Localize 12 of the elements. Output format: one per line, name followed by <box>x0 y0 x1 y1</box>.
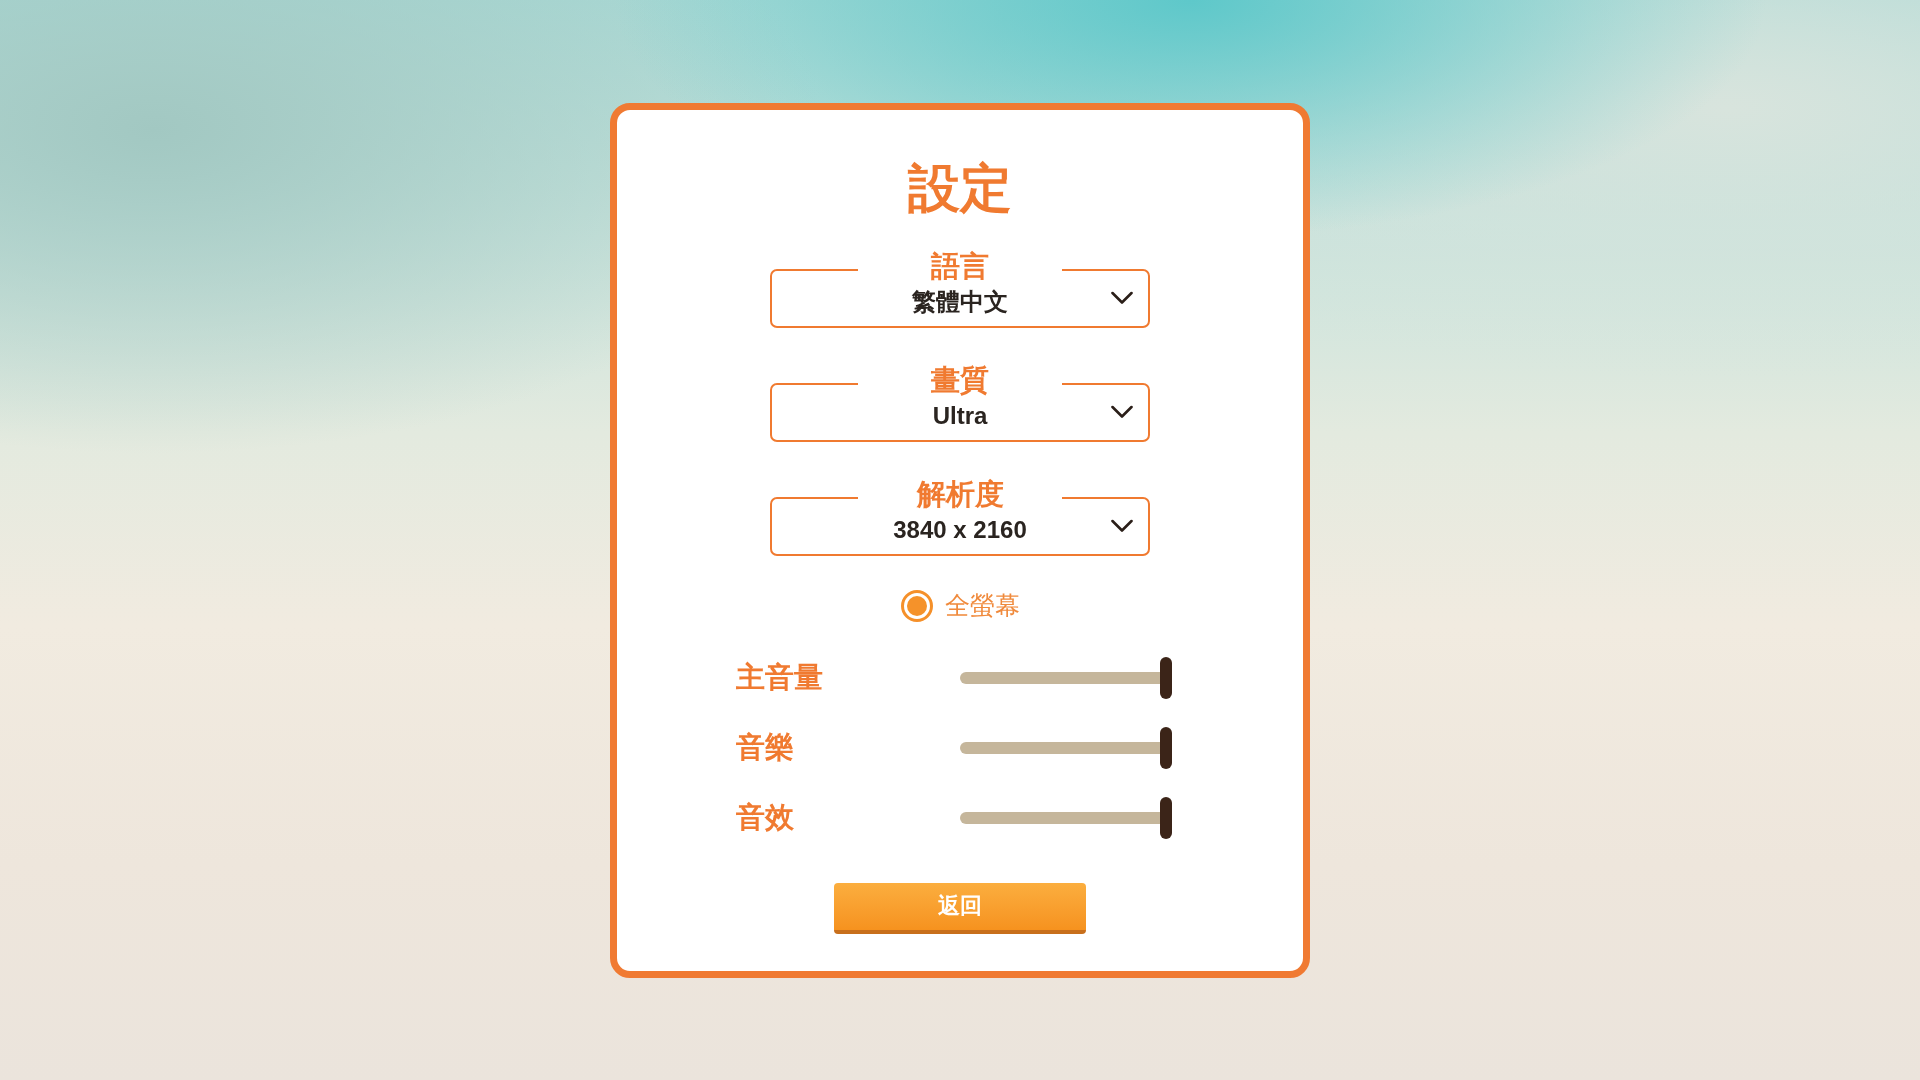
slider-thumb[interactable] <box>1160 656 1172 699</box>
slider-thumb[interactable] <box>1160 796 1172 839</box>
slider-thumb[interactable] <box>1160 726 1172 769</box>
chevron-down-icon <box>1111 405 1133 419</box>
slider-label: 主音量 <box>736 663 824 692</box>
panel-title: 設定 <box>908 161 1012 214</box>
radio-label: 全螢幕 <box>944 593 1020 618</box>
chevron-down-icon <box>1111 519 1133 533</box>
chevron-down-icon <box>1111 291 1133 305</box>
slider-label: 音樂 <box>736 733 795 762</box>
radio-button[interactable] <box>900 589 933 622</box>
slider-label: 音效 <box>736 803 795 832</box>
